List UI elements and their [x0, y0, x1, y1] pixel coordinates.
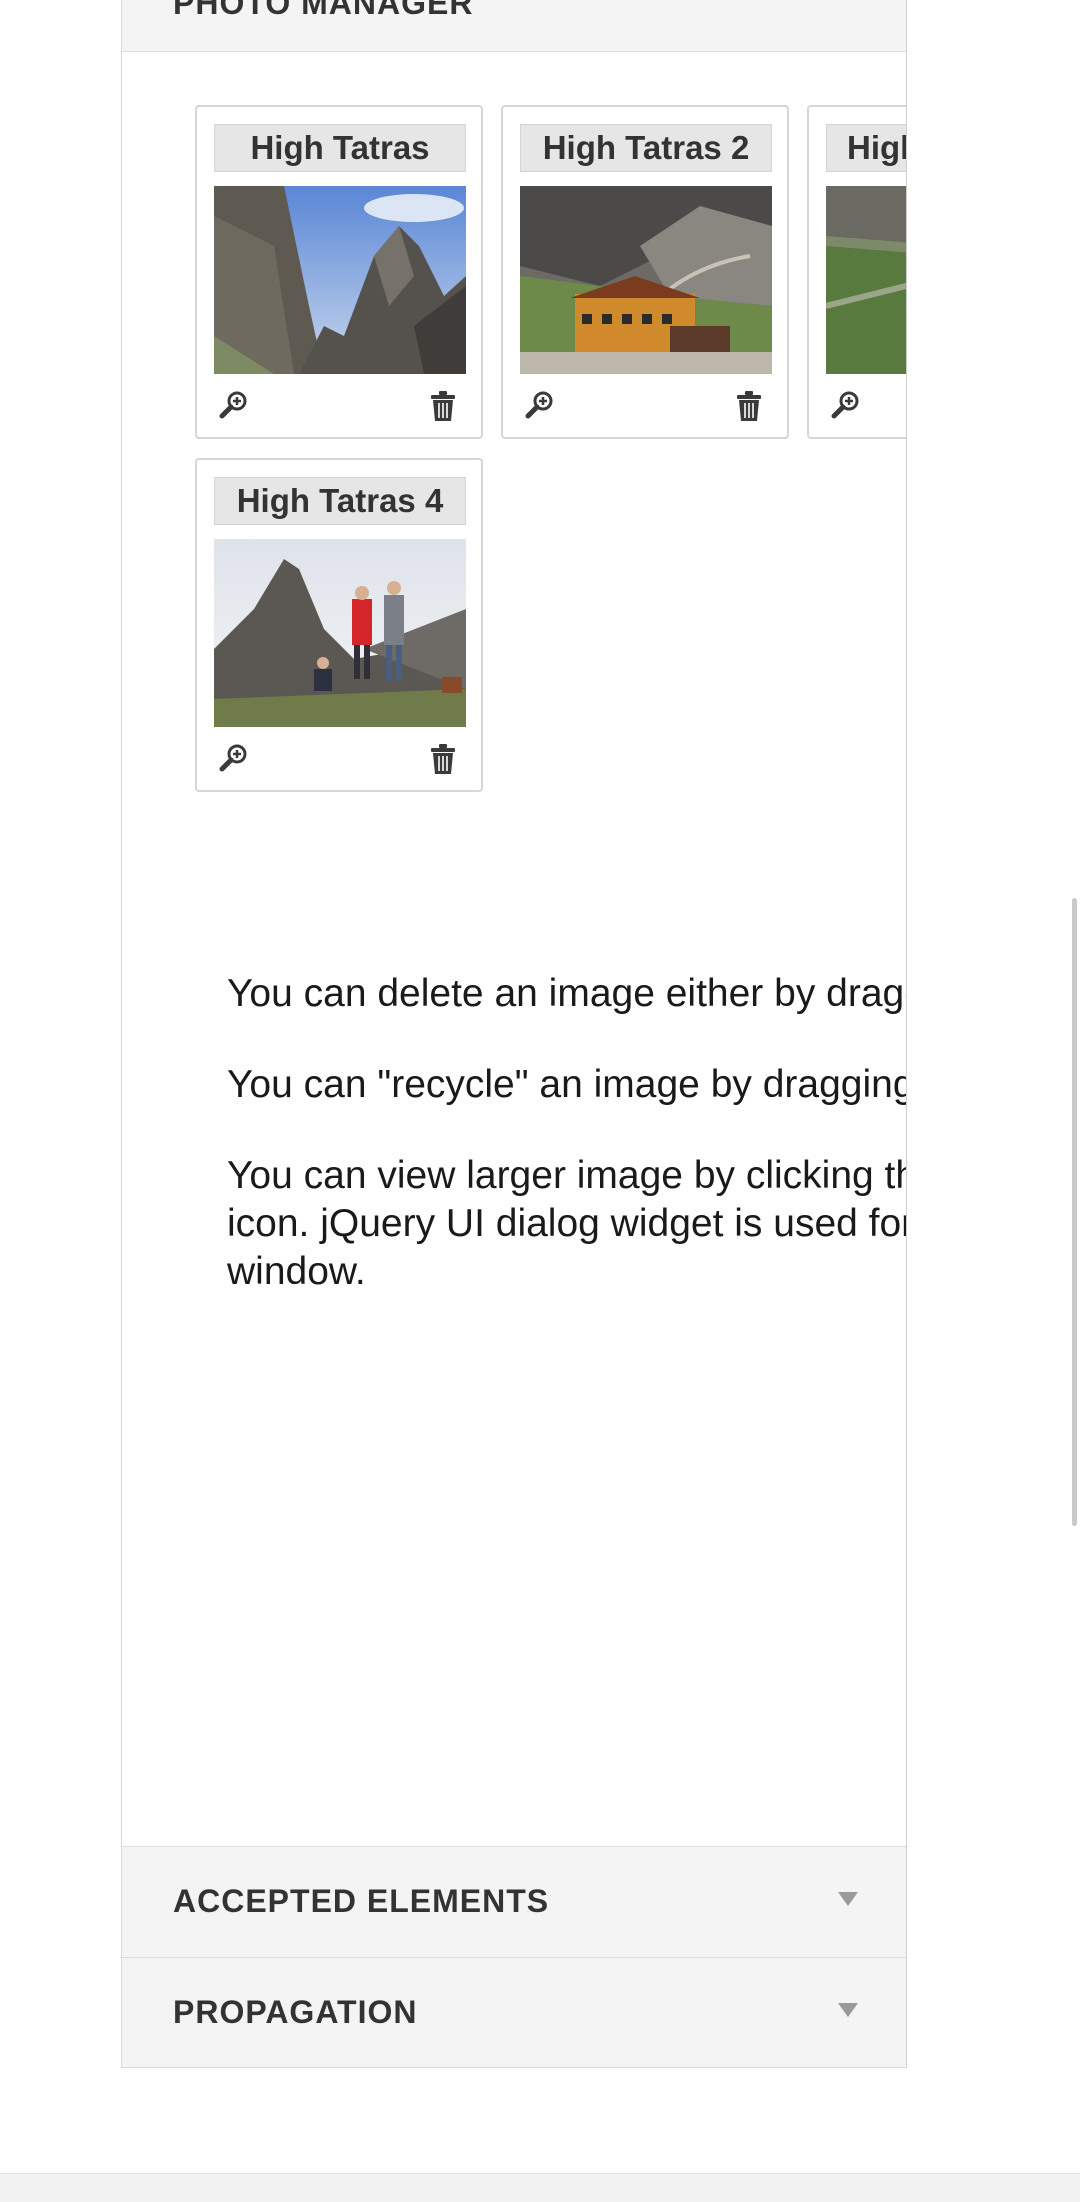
accordion-header-photo-manager[interactable]: PHOTO MANAGER: [122, 0, 906, 52]
trash-icon[interactable]: [429, 743, 457, 775]
accordion-header-accepted-elements[interactable]: ACCEPTED ELEMENTS: [122, 1846, 906, 1958]
gallery-item-title: High Tatras 2: [520, 124, 772, 172]
instruction-delete: You can delete an image either by draggi…: [227, 972, 906, 1015]
trash-icon[interactable]: [429, 390, 457, 422]
zoom-in-icon[interactable]: [831, 390, 861, 420]
page-footer-strip: [0, 2173, 1080, 2202]
chevron-down-icon: [838, 2003, 858, 2017]
vertical-scrollbar-thumb[interactable]: [1072, 898, 1077, 1526]
instruction-recycle: You can "recycle" an image by dragging i…: [227, 1063, 907, 1106]
gallery-item-title: High Tatras: [214, 124, 466, 172]
gallery-item-image[interactable]: [826, 186, 906, 374]
photo-manager-accordion: PHOTO MANAGER High Tatras High Tatras 2 …: [121, 0, 907, 2068]
gallery-item-image[interactable]: [214, 539, 466, 727]
gallery-item-image[interactable]: [520, 186, 772, 374]
gallery-item-title: High Tatras 4: [214, 477, 466, 525]
zoom-in-icon[interactable]: [219, 390, 249, 420]
accordion-title-photo-manager: PHOTO MANAGER: [173, 0, 474, 21]
gallery-item[interactable]: High Tatras: [195, 105, 483, 439]
accordion-header-propagation[interactable]: PROPAGATION: [122, 1958, 906, 2067]
zoom-in-icon[interactable]: [525, 390, 555, 420]
gallery-item-title: High Tatras 3: [826, 124, 906, 172]
instruction-view: You can view larger image by clicking th…: [227, 1154, 906, 1293]
accordion-title-accepted-elements: ACCEPTED ELEMENTS: [173, 1883, 550, 1919]
gallery-item[interactable]: High Tatras 4: [195, 458, 483, 792]
gallery-item[interactable]: High Tatras 2: [501, 105, 789, 439]
gallery-item[interactable]: High Tatras 3: [807, 105, 906, 439]
chevron-down-icon: [838, 1892, 858, 1906]
gallery-item-image[interactable]: [214, 186, 466, 374]
zoom-in-icon[interactable]: [219, 743, 249, 773]
trash-icon[interactable]: [735, 390, 763, 422]
accordion-title-propagation: PROPAGATION: [173, 1994, 418, 2030]
